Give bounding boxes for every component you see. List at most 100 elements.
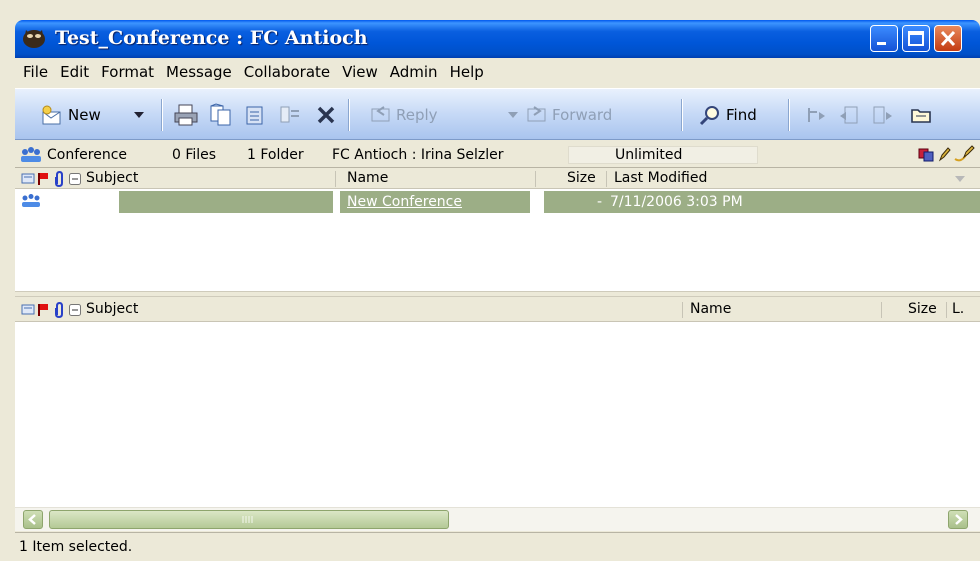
close-icon [940, 30, 956, 47]
toolbar-separator [348, 99, 350, 131]
attachment-icon[interactable] [53, 302, 65, 318]
menu-edit[interactable]: Edit [60, 63, 98, 81]
flag-icon[interactable] [37, 303, 49, 317]
maximize-icon [908, 31, 924, 46]
file-count: 0 Files [172, 147, 217, 163]
move-icon [280, 106, 299, 123]
grip-icon [242, 516, 253, 523]
scroll-left-button[interactable] [23, 510, 43, 529]
new-label: New [68, 106, 101, 124]
folder-list: New Conference - 7/11/2006 3:03 PM [15, 189, 980, 291]
collapse-icon[interactable] [69, 304, 81, 316]
column-divider[interactable] [535, 171, 536, 187]
new-dropdown-button[interactable] [133, 100, 145, 130]
minimize-icon [877, 42, 886, 45]
reply-button[interactable]: Reply [370, 100, 438, 130]
print-button[interactable] [173, 100, 199, 130]
toolbar-separator [681, 99, 683, 131]
find-label: Find [726, 106, 757, 124]
menu-collaborate[interactable]: Collaborate [244, 63, 339, 81]
collapse-icon[interactable] [69, 173, 81, 185]
status-bar: 1 Item selected. [15, 532, 980, 561]
scroll-right-button[interactable] [948, 510, 968, 529]
next-button[interactable] [805, 100, 829, 130]
scroll-thumb[interactable] [49, 510, 449, 529]
copy-button[interactable] [208, 100, 234, 130]
delete-button[interactable] [315, 100, 337, 130]
close-button[interactable] [934, 25, 962, 52]
forward-button[interactable]: Forward [526, 100, 612, 130]
horizontal-scrollbar[interactable] [15, 507, 980, 531]
column-size[interactable]: Size [908, 301, 937, 317]
window-title: Test_Conference : FC Antioch [55, 27, 368, 49]
reply-dropdown-button[interactable] [507, 100, 519, 130]
chevron-right-icon [955, 514, 963, 525]
reply-icon [371, 106, 390, 122]
cell-size: - [544, 191, 606, 213]
chevron-down-icon [134, 112, 144, 118]
previous-button[interactable] [837, 100, 861, 130]
storage-quota: Unlimited [568, 146, 758, 164]
new-button[interactable]: New [40, 100, 101, 130]
previous-message-icon [840, 106, 858, 124]
move-next-button[interactable] [871, 100, 895, 130]
column-last-modified[interactable]: Last Modified [614, 170, 707, 186]
chevron-left-icon [28, 514, 36, 525]
column-divider[interactable] [946, 302, 947, 318]
edit-pencil-icon[interactable] [937, 146, 951, 162]
forward-label: Forward [552, 106, 613, 124]
folder-list-header: Subject Name Size Last Modified [15, 169, 980, 189]
column-name[interactable]: Name [347, 170, 388, 186]
title-bar[interactable]: Test_Conference : FC Antioch [15, 20, 980, 58]
chevron-down-icon [508, 112, 518, 118]
toolbar-separator [788, 99, 790, 131]
menu-message[interactable]: Message [166, 63, 241, 81]
menu-help[interactable]: Help [450, 63, 493, 81]
reply-label: Reply [396, 106, 438, 124]
find-button[interactable]: Find [698, 100, 757, 130]
print-icon [174, 104, 198, 126]
folder-location: FC Antioch : Irina Selzler [332, 147, 504, 163]
column-divider[interactable] [335, 171, 336, 187]
folder-count: 1 Folder [247, 147, 304, 163]
delete-icon [317, 106, 335, 124]
toolbar: New Reply Forward Find [15, 88, 980, 140]
column-size[interactable]: Size [567, 170, 596, 186]
annotate-icon[interactable] [953, 145, 975, 163]
new-item-icon [42, 105, 61, 125]
column-subject[interactable]: Subject [86, 301, 138, 317]
cell-last-modified: 7/11/2006 3:03 PM [606, 191, 980, 213]
paste-button[interactable] [243, 100, 267, 130]
message-type-icon[interactable] [21, 172, 35, 184]
menu-file[interactable]: File [23, 63, 57, 81]
menu-format[interactable]: Format [101, 63, 163, 81]
menu-admin[interactable]: Admin [390, 63, 447, 81]
conference-icon [21, 147, 41, 162]
table-row[interactable]: New Conference - 7/11/2006 3:03 PM [15, 191, 980, 213]
sharing-icon[interactable] [918, 146, 934, 162]
flag-icon[interactable] [37, 172, 49, 186]
column-l[interactable]: L. [952, 301, 964, 317]
move-button[interactable] [278, 100, 302, 130]
pane-splitter[interactable] [15, 291, 980, 297]
message-list-header: Subject Name Size L. [15, 298, 980, 322]
message-type-icon[interactable] [21, 303, 35, 315]
column-subject[interactable]: Subject [86, 170, 138, 186]
column-divider[interactable] [682, 302, 683, 318]
folder-info-bar: Conference 0 Files 1 Folder FC Antioch :… [15, 142, 980, 168]
maximize-button[interactable] [902, 25, 930, 52]
column-divider[interactable] [881, 302, 882, 318]
cell-name[interactable]: New Conference [340, 191, 530, 213]
menu-view[interactable]: View [342, 63, 387, 81]
next-message-icon [808, 108, 825, 122]
app-icon [23, 30, 45, 48]
attachment-icon[interactable] [53, 171, 65, 187]
column-name[interactable]: Name [690, 301, 731, 317]
status-text: 1 Item selected. [19, 539, 133, 555]
open-folder-button[interactable] [909, 100, 933, 130]
conference-icon [22, 194, 40, 207]
message-list [15, 322, 980, 507]
minimize-button[interactable] [870, 25, 898, 52]
column-divider[interactable] [606, 171, 607, 187]
chevron-down-icon[interactable] [953, 173, 967, 185]
